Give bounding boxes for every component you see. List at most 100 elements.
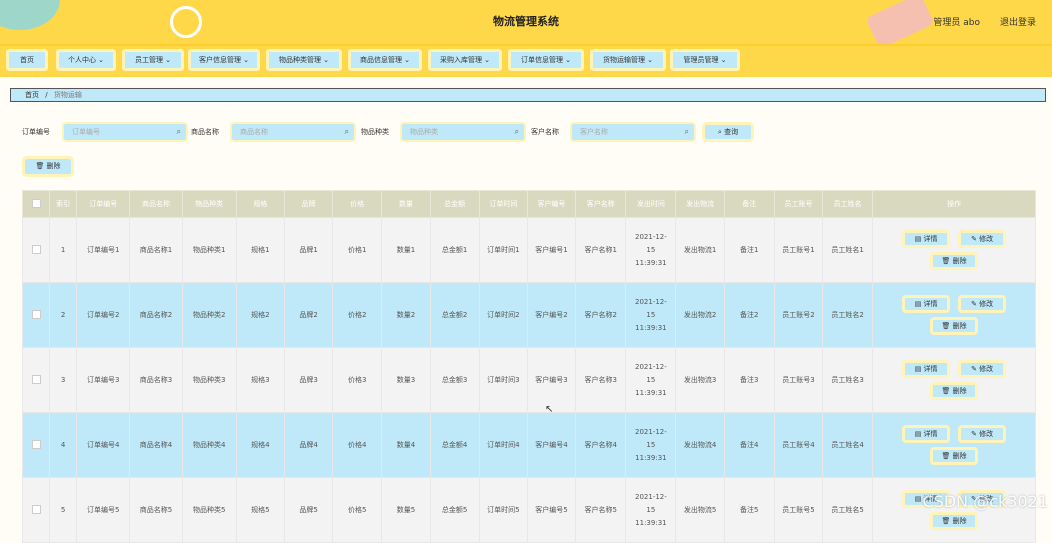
row-checkbox[interactable]	[21, 347, 51, 413]
table-cell: 品牌1	[283, 217, 334, 283]
search-icon: ⌕	[514, 127, 519, 136]
table-cell: 发出物流2	[675, 282, 725, 348]
table-cell: 规格5	[235, 477, 285, 543]
col-header: 发出物流	[675, 190, 725, 218]
table-cell: 备注1	[723, 217, 775, 283]
order-placeholder: 订单编号	[72, 128, 100, 136]
kind-input[interactable]: 物品种类 ⌕	[400, 122, 526, 142]
col-header: 数量	[381, 190, 431, 218]
table-cell: 总金额1	[429, 217, 480, 283]
table-cell: 客户名称1	[575, 217, 627, 283]
table-cell: 订单编号2	[76, 282, 131, 348]
table-cell: 商品名称5	[129, 477, 183, 543]
top-nav: 首页 个人中心 ⌄ 员工管理 ⌄ 客户信息管理 ⌄ 物品种类管理 ⌄ 商品信息管…	[0, 44, 1052, 77]
table-row: 3 订单编号3 商品名称3 物品种类3 规格3 品牌3 价格3 数量3 总金额3 订单时间3 客户编…	[21, 347, 1036, 413]
detail-button[interactable]: ▤ 详情	[902, 425, 951, 443]
nav-item-goods-kind[interactable]: 物品种类管理 ⌄	[266, 49, 342, 71]
edit-button[interactable]: ✎ 修改	[958, 360, 1007, 378]
table-cell: 品牌3	[283, 347, 334, 413]
nav-item-purchase[interactable]: 采购入库管理 ⌄	[428, 49, 502, 71]
row-checkbox[interactable]	[21, 477, 51, 543]
row-delete-button[interactable]: 🗑 删除	[930, 447, 979, 465]
table-cell: 商品名称3	[129, 347, 183, 413]
table-cell: 订单编号4	[76, 412, 131, 478]
table-cell: 价格5	[332, 477, 383, 543]
table-cell: 商品名称2	[129, 282, 183, 348]
edit-button[interactable]: ✎ 修改	[958, 230, 1007, 248]
table-cell: 发出物流5	[675, 477, 725, 543]
delete-button[interactable]: 🗑 删除	[22, 156, 74, 177]
goods-input[interactable]: 商品名称 ⌕	[230, 122, 356, 142]
query-button[interactable]: ⌕ 查询	[702, 122, 754, 142]
table-row: 2 订单编号2 商品名称2 物品种类2 规格2 品牌2 价格2 数量2 总金额2 订单时间2 客户编…	[21, 282, 1036, 348]
table-cell: 物品种类3	[181, 347, 237, 413]
table-row: 4 订单编号4 商品名称4 物品种类4 规格4 品牌4 价格4 数量4 总金额4 订单时间4 客户编…	[21, 412, 1036, 478]
detail-button[interactable]: ▤ 详情	[902, 230, 951, 248]
row-checkbox[interactable]	[21, 217, 51, 283]
row-delete-button[interactable]: 🗑 删除	[930, 317, 979, 335]
nav-item-admin[interactable]: 管理员管理 ⌄	[670, 49, 740, 71]
row-delete-button[interactable]: 🗑 删除	[930, 252, 979, 270]
customer-label: 客户名称	[531, 128, 559, 136]
nav-item-profile[interactable]: 个人中心 ⌄	[56, 49, 116, 71]
table-cell: 规格2	[235, 282, 285, 348]
edit-button[interactable]: ✎ 修改	[958, 295, 1007, 313]
table-cell: 员工账号1	[773, 217, 824, 283]
nav-item-transport[interactable]: 货物运输管理 ⌄	[590, 49, 666, 71]
logout-link[interactable]: 退出登录	[1000, 15, 1036, 28]
table-cell: 商品名称4	[129, 412, 183, 478]
col-header: 物品种类	[181, 190, 237, 218]
row-actions: ▤ 详情 ✎ 修改 🗑 删除	[872, 412, 1036, 478]
table-cell: 2	[49, 282, 78, 348]
nav-item-customer[interactable]: 客户信息管理 ⌄	[188, 49, 260, 71]
table-cell: 员工姓名1	[822, 217, 874, 283]
table-cell: 数量3	[381, 347, 431, 413]
detail-button[interactable]: ▤ 详情	[902, 360, 951, 378]
table-cell: 订单编号3	[76, 347, 131, 413]
table-cell: 规格3	[235, 347, 285, 413]
nav-item-staff[interactable]: 员工管理 ⌄	[122, 49, 184, 71]
table-cell: 备注3	[723, 347, 775, 413]
table-cell: 发出物流3	[675, 347, 725, 413]
table-cell: 物品种类2	[181, 282, 237, 348]
edit-button[interactable]: ✎ 修改	[958, 425, 1007, 443]
select-all-checkbox[interactable]	[21, 190, 51, 218]
table-cell: 员工账号3	[773, 347, 824, 413]
table-cell: 价格1	[332, 217, 383, 283]
nav-item-order[interactable]: 订单信息管理 ⌄	[508, 49, 584, 71]
breadcrumb-current: 货物运输	[53, 91, 82, 99]
row-delete-button[interactable]: 🗑 删除	[930, 382, 979, 400]
table-row: 5 订单编号5 商品名称5 物品种类5 规格5 品牌5 价格5 数量5 总金额5 订单时间5 客户编…	[21, 477, 1036, 543]
col-header: 索引	[49, 190, 78, 218]
table-cell: 2021-12-15 11:39:31	[625, 477, 677, 543]
table-cell: 总金额3	[429, 347, 480, 413]
table-cell: 4	[49, 412, 78, 478]
transport-table: 索引 订单编号 商品名称 物品种类 规格 品牌 价格 数量 总金额 订单时间 客…	[21, 190, 1036, 543]
customer-input[interactable]: 客户名称 ⌕	[570, 122, 696, 142]
table-cell: 总金额5	[429, 477, 480, 543]
order-input[interactable]: 订单编号 ⌕	[62, 122, 188, 142]
search-icon: ⌕	[344, 127, 349, 136]
table-cell: 1	[49, 217, 78, 283]
breadcrumb-home[interactable]: 首页	[25, 91, 39, 99]
row-delete-button[interactable]: 🗑 删除	[930, 512, 979, 530]
detail-button[interactable]: ▤ 详情	[902, 295, 951, 313]
order-label: 订单编号	[22, 128, 50, 136]
table-cell: 客户编号5	[526, 477, 577, 543]
table-cell: 订单编号1	[76, 217, 131, 283]
table-cell: 客户名称5	[575, 477, 627, 543]
table-cell: 订单时间5	[478, 477, 528, 543]
kind-placeholder: 物品种类	[410, 128, 438, 136]
table-cell: 品牌5	[283, 477, 334, 543]
row-checkbox[interactable]	[21, 412, 51, 478]
table-cell: 订单时间1	[478, 217, 528, 283]
nav-item-goods-info[interactable]: 商品信息管理 ⌄	[348, 49, 422, 71]
breadcrumb-separator: /	[45, 91, 48, 99]
table-cell: 规格1	[235, 217, 285, 283]
goods-placeholder: 商品名称	[240, 128, 268, 136]
table-cell: 5	[49, 477, 78, 543]
row-checkbox[interactable]	[21, 282, 51, 348]
col-header: 订单编号	[76, 190, 131, 218]
nav-item-home[interactable]: 首页	[6, 49, 48, 71]
table-cell: 数量5	[381, 477, 431, 543]
